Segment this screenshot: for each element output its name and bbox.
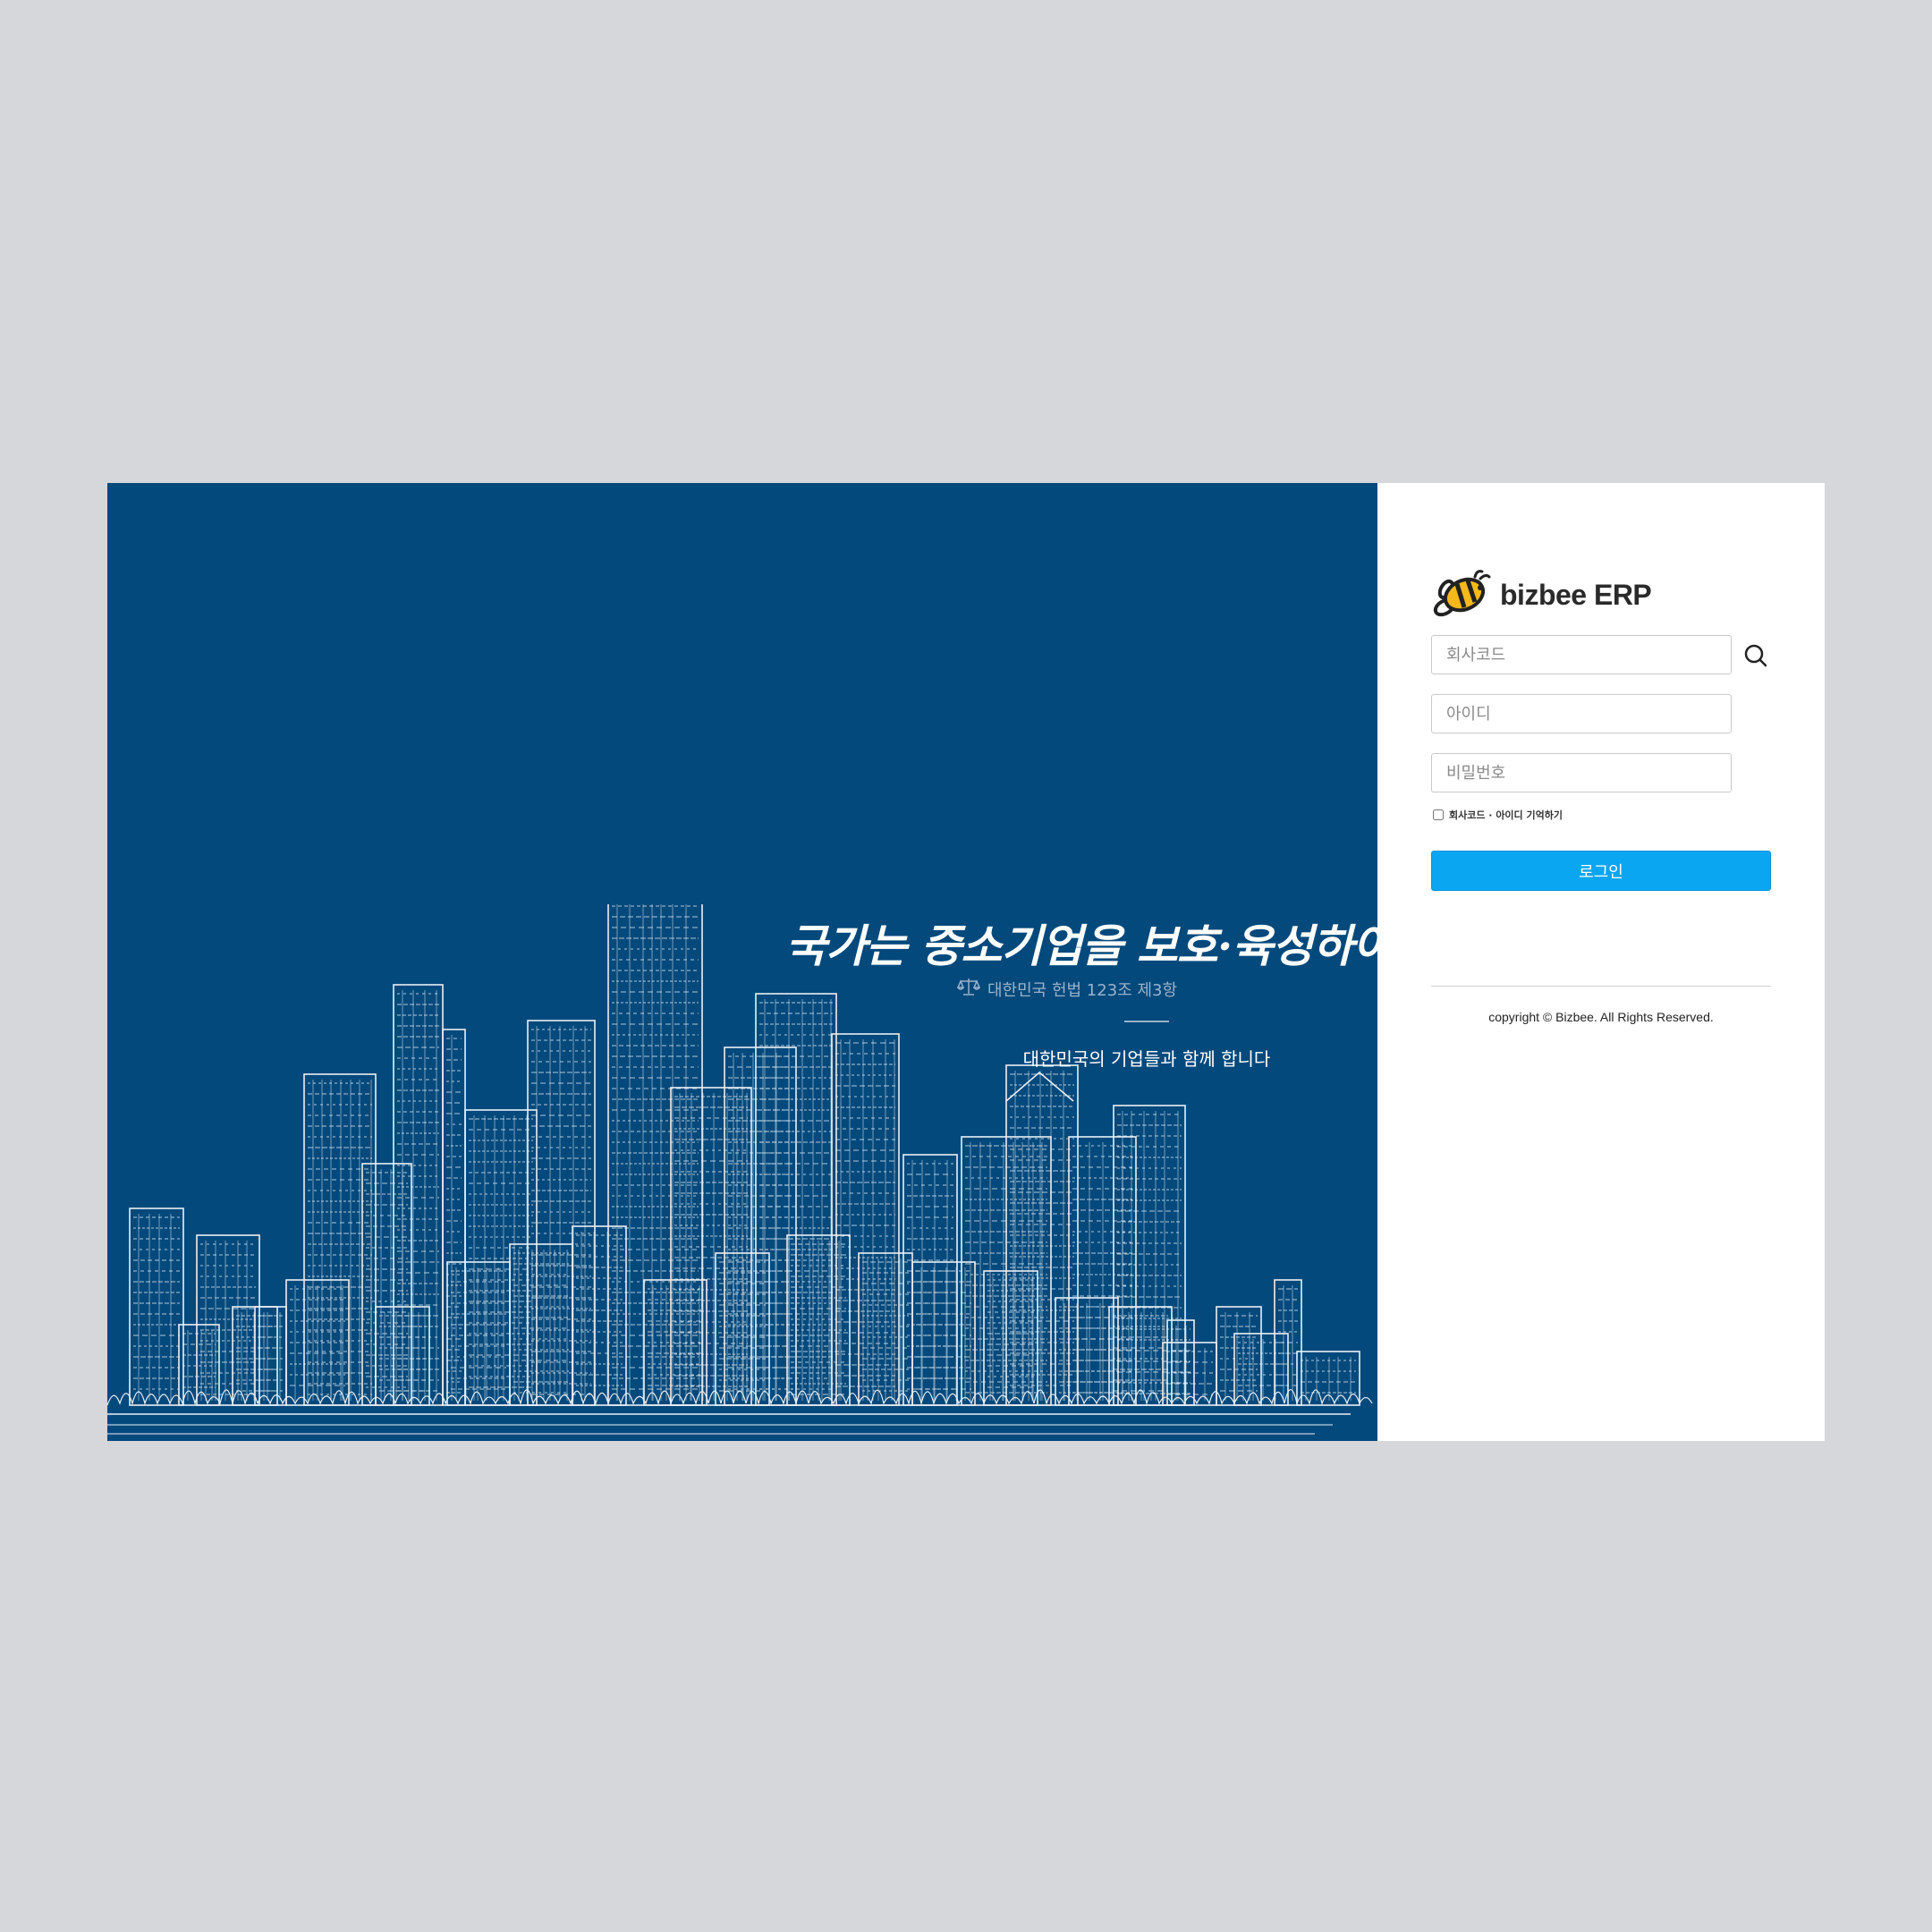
- hero-citation-text: 대한민국 헌법 123조 제3항: [987, 980, 1178, 1000]
- user-id-input[interactable]: [1431, 694, 1732, 733]
- panel-divider: [1431, 986, 1771, 987]
- bee-icon: [1430, 568, 1491, 622]
- remember-label: 회사코드 · 아이디 기억하기: [1449, 809, 1563, 821]
- search-icon: [1742, 644, 1769, 672]
- password-input[interactable]: [1431, 753, 1732, 792]
- city-skyline-illustration: [107, 904, 1373, 1435]
- login-panel: bizbee ERP 회사코드 · 아이디 기억하기 로그인 copyright…: [1377, 483, 1825, 1441]
- login-button[interactable]: 로그인: [1431, 851, 1771, 891]
- hero-slogan: 국가는 중소기업을 보호·육성하여야 한다: [785, 919, 1377, 972]
- remember-checkbox[interactable]: [1433, 809, 1444, 820]
- hero-banner: 국가는 중소기업을 보호·육성하여야 한다 대한민국 헌법 123조 제3항: [107, 483, 1377, 1441]
- hero-citation: 대한민국 헌법 123조 제3항: [956, 977, 1178, 1001]
- remember-option[interactable]: 회사코드 · 아이디 기억하기: [1433, 808, 1563, 822]
- hero-divider: [1124, 1021, 1169, 1022]
- login-card: 국가는 중소기업을 보호·육성하여야 한다 대한민국 헌법 123조 제3항: [107, 483, 1825, 1441]
- brand-name: bizbee ERP: [1500, 578, 1652, 611]
- hero-tagline: 대한민국의 기업들과 함께 합니다: [1022, 1048, 1271, 1070]
- copyright-text: copyright © Bizbee. All Rights Reserved.: [1488, 1010, 1714, 1024]
- scales-icon: [956, 977, 981, 1001]
- brand-logo: bizbee ERP: [1430, 568, 1652, 622]
- company-code-input[interactable]: [1431, 635, 1732, 674]
- company-search-button[interactable]: [1742, 642, 1769, 669]
